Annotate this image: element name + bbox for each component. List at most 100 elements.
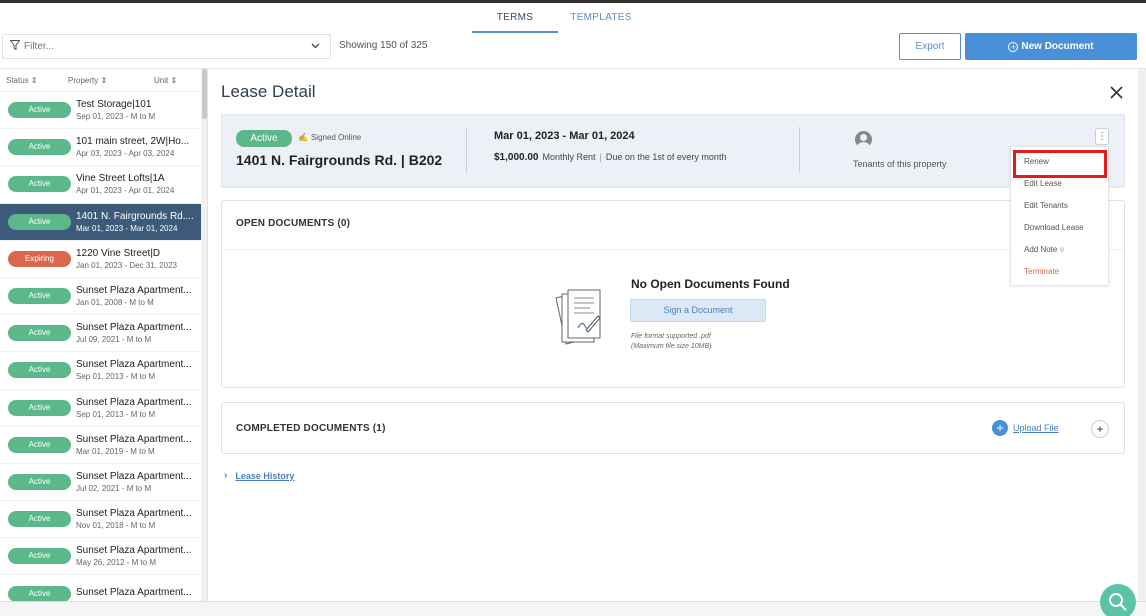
lease-item-dates: Apr 01, 2023 - Apr 01, 2024 [76,186,175,196]
rent-label: Monthly Rent [542,152,596,162]
export-button[interactable]: Export [899,33,961,60]
completed-documents-title[interactable]: COMPLETED DOCUMENTS (1) [236,423,386,434]
status-badge: Active [8,102,71,119]
open-documents-section: OPEN DOCUMENTS (0) No Open Documents Fou… [221,200,1125,388]
status-badge: Active [236,130,292,147]
new-document-button[interactable]: + New Document [965,33,1137,60]
sidebar-scroll-thumb[interactable] [202,69,207,119]
lease-list-item[interactable]: Active Sunset Plaza Apartment... Sep 01,… [0,352,201,390]
help-search-button[interactable] [1100,584,1136,616]
lease-item-title: Sunset Plaza Apartment... [76,545,192,557]
upload-file-link[interactable]: + Upload File [992,420,1059,436]
filter-input[interactable] [24,41,309,52]
divider [799,127,800,173]
filter-icon [9,40,24,53]
lease-item-text: Test Storage|101 Sep 01, 2023 - M to M [76,99,198,121]
lease-list-item[interactable]: Active Test Storage|101 Sep 01, 2023 - M… [0,92,201,130]
lease-list-item[interactable]: Active Sunset Plaza Apartment... [0,575,201,601]
lease-summary-card: Active ✍ Signed Online 1401 N. Fairground… [221,114,1125,188]
lease-list: Active Test Storage|101 Sep 01, 2023 - M… [0,92,207,601]
bottom-bar [0,601,1146,616]
separator: | [599,152,602,162]
status-badge: Active [8,325,71,342]
lease-item-title: Sunset Plaza Apartment... [76,433,192,445]
lease-item-dates: Jul 09, 2021 - M to M [76,335,152,345]
lease-list-item-selected[interactable]: Active 1401 N. Fairgrounds Rd.... Mar 01… [0,203,201,241]
status-badge: Active [8,139,71,156]
lease-item-title: Sunset Plaza Apartment... [76,285,192,297]
sign-document-button[interactable]: Sign a Document [630,299,766,322]
lease-item-dates: May 26, 2012 - M to M [76,558,157,568]
lease-list-item[interactable]: Active Sunset Plaza Apartment... Mar 01,… [0,427,201,464]
lease-item-text: 1220 Vine Street|D Jan 01, 2023 - Dec 31… [76,248,198,270]
top-bar: TERMS TEMPLATES Showing 150 of 325 Expor… [0,0,1146,69]
lease-item-title: Sunset Plaza Apartment... [76,359,192,371]
lease-item-text: Sunset Plaza Apartment... Mar 01, 2019 -… [76,434,198,456]
column-property[interactable]: Property ⇕ [68,76,154,85]
lease-list-item[interactable]: Active Sunset Plaza Apartment... Jan 01,… [0,278,201,316]
chevron-down-icon[interactable] [311,41,320,52]
lease-list-item[interactable]: Active Sunset Plaza Apartment... Jul 09,… [0,315,201,353]
plus-circle-icon: + [1008,42,1019,52]
status-badge: Active [8,362,71,379]
lease-item-text: Sunset Plaza Apartment... Jul 09, 2021 -… [76,322,198,344]
main-scrollbar[interactable] [1138,69,1146,601]
lease-item-dates: Sep 01, 2013 - M to M [76,372,156,382]
lease-list-item[interactable]: Active Sunset Plaza Apartment... Nov 01,… [0,501,201,539]
lease-item-dates: Jan 01, 2023 - Dec 31, 2023 [76,260,177,270]
lease-item-text: Sunset Plaza Apartment... Nov 01, 2018 -… [76,508,198,530]
new-document-label: New Document [1021,41,1094,52]
lease-list-item[interactable]: Expiring 1220 Vine Street|D Jan 01, 2023… [0,241,201,278]
column-unit[interactable]: Unit ⇕ [154,76,177,85]
lease-item-dates: Apr 03, 2023 - Apr 03, 2024 [76,149,175,159]
lease-item-dates: Mar 01, 2023 - Mar 01, 2024 [76,223,178,233]
lease-item-text: Sunset Plaza Apartment... Jan 01, 2008 -… [76,285,198,307]
filter-field[interactable] [2,34,331,59]
tab-terms[interactable]: TERMS [472,4,558,33]
lease-item-text: Sunset Plaza Apartment... Sep 01, 2013 -… [76,397,198,419]
renew-highlight-box [1013,150,1107,178]
tenant-avatar-icon[interactable] [855,131,872,148]
close-icon[interactable] [1110,83,1123,104]
lease-item-text: Sunset Plaza Apartment... [76,587,198,600]
document-illustration-icon [552,286,612,350]
column-unit-label: Unit [154,75,169,85]
menu-item-add-note[interactable]: Add Note 0 [1011,239,1108,261]
list-column-headers: Status ⇕ Property ⇕ Unit ⇕ [0,69,207,92]
status-badge: Active [8,473,71,490]
more-options-icon[interactable]: ⋮ [1095,128,1109,145]
lease-list-item[interactable]: Active 101 main street, 2W|Ho... Apr 03,… [0,129,201,167]
expand-plus-icon[interactable]: + [1091,420,1109,438]
file-size-line: (Maximum file size 10MB) [631,343,712,350]
lease-history-label: Lease History [235,470,295,481]
status-badge: Active [8,399,71,416]
file-format-note: File format supported .pdf (Maximum file… [631,332,712,352]
divider [466,127,467,173]
lease-history-link[interactable]: › Lease History [224,470,294,481]
sidebar-scrollbar[interactable] [201,69,207,601]
lease-list-item[interactable]: Active Sunset Plaza Apartment... May 26,… [0,538,201,576]
tenants-label: Tenants of this property [853,159,947,169]
lease-item-text: Sunset Plaza Apartment... Jul 02, 2021 -… [76,471,198,493]
column-status[interactable]: Status ⇕ [6,76,68,85]
lease-item-text: Sunset Plaza Apartment... Sep 01, 2013 -… [76,359,198,381]
status-badge: Active [8,548,71,565]
completed-documents-section: COMPLETED DOCUMENTS (1) + Upload File + [221,402,1125,454]
signed-online-indicator: ✍ Signed Online [298,133,361,142]
lease-list-item[interactable]: Active Sunset Plaza Apartment... Jul 02,… [0,464,201,502]
lease-item-title: Vine Street Lofts|1A [76,173,165,185]
menu-item-edit-tenants[interactable]: Edit Tenants [1011,195,1108,217]
menu-item-terminate[interactable]: Terminate [1011,261,1108,283]
lease-list-item[interactable]: Active Vine Street Lofts|1A Apr 01, 2023… [0,166,201,204]
column-status-label: Status [6,75,29,85]
lease-item-title: Sunset Plaza Apartment... [76,322,192,334]
results-count: Showing 150 of 325 [339,40,428,51]
lease-item-title: 1220 Vine Street|D [76,247,161,259]
lease-item-title: Sunset Plaza Apartment... [76,396,192,408]
menu-item-download-lease[interactable]: Download Lease [1011,217,1108,239]
status-badge: Active [8,585,71,601]
tab-templates[interactable]: TEMPLATES [558,4,644,33]
sort-icon: ⇕ [30,75,38,85]
lease-list-item[interactable]: Active Sunset Plaza Apartment... Sep 01,… [0,390,201,427]
lease-item-text: 1401 N. Fairgrounds Rd.... Mar 01, 2023 … [76,211,198,233]
